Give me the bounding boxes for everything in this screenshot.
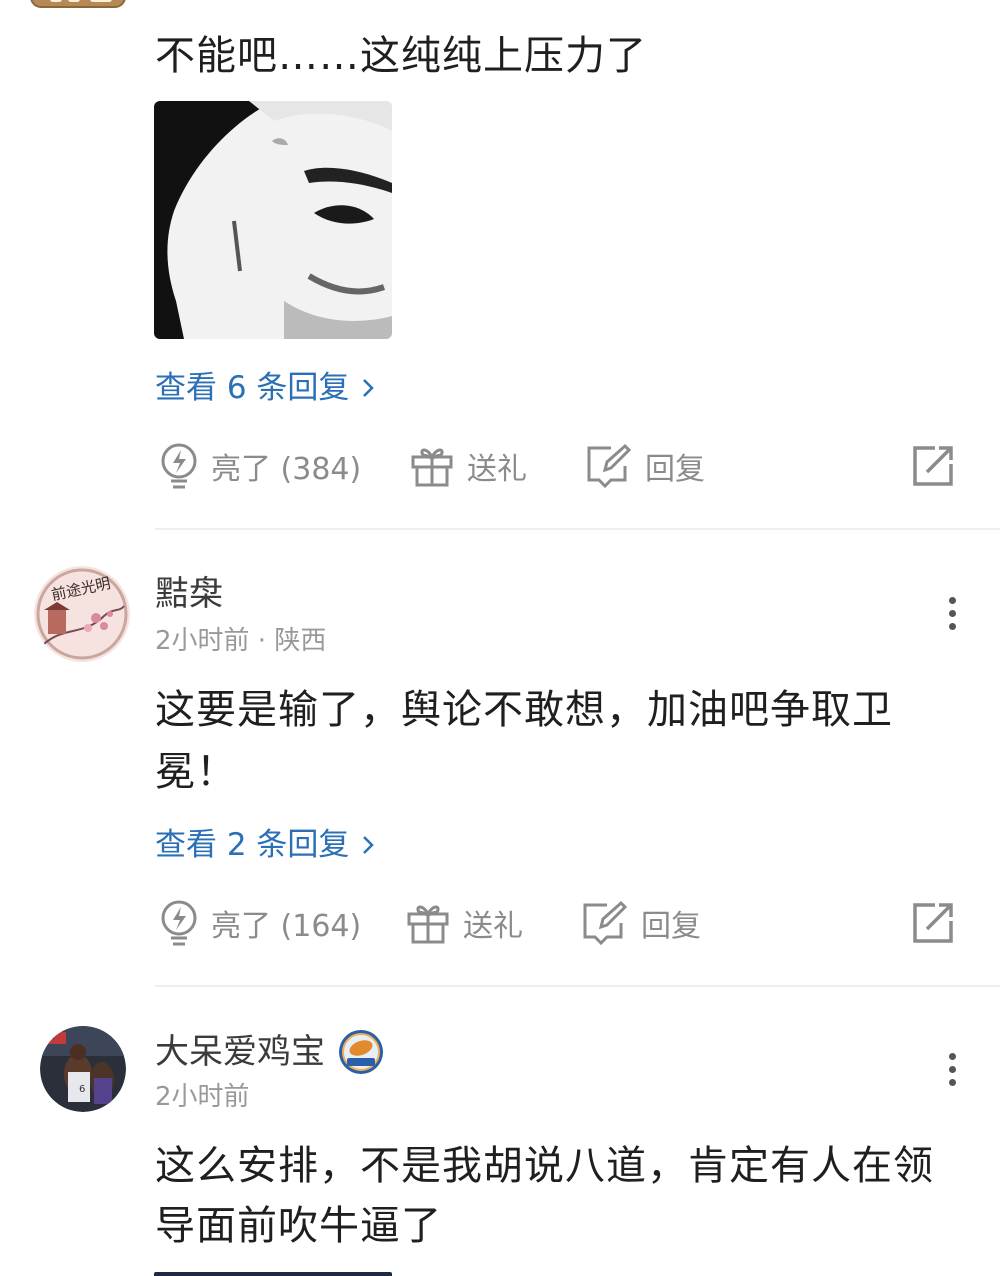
lightbulb-icon [161, 900, 197, 946]
comment-meta: 2小时前 · 陕西 [155, 626, 327, 656]
username[interactable]: 黠㭧 [155, 572, 223, 616]
share-icon [913, 903, 953, 943]
reply-label: 回复 [645, 452, 705, 487]
comment-meta: 2小时前 [155, 1082, 250, 1112]
svg-text:6: 6 [79, 1084, 85, 1095]
username[interactable]: 大呆爱鸡宝 [155, 1028, 385, 1076]
shocked-face-meme-icon [154, 101, 392, 339]
like-count: 亮了 (164) [211, 909, 362, 944]
view-replies-link[interactable]: 查看 6 条回复 [155, 368, 375, 408]
comment-actions: 亮了 (384) 送礼 回复 [155, 436, 955, 496]
comment-text-line1: 这么安排，不是我胡说八道，肯定有人在领 [155, 1143, 934, 1189]
view-replies-link[interactable]: 查看 2 条回复 [155, 825, 375, 865]
chevron-right-icon [363, 836, 375, 854]
view-replies-label: 查看 2 条回复 [155, 827, 350, 863]
avatar-image: 前途光明 [34, 566, 130, 662]
level-badge-icon [339, 1030, 383, 1074]
avatar[interactable]: 6 [40, 1026, 126, 1112]
gift-icon [411, 448, 453, 487]
gift-label: 送礼 [467, 452, 527, 487]
gift-button[interactable]: 送礼 [405, 893, 523, 953]
edit-reply-icon [587, 443, 632, 489]
share-button[interactable] [911, 436, 955, 496]
lightbulb-icon [161, 443, 197, 489]
reply-button[interactable]: 回复 [581, 893, 701, 953]
level-badge-partial [30, 0, 126, 8]
like-button[interactable]: 亮了 (384) [159, 436, 361, 496]
like-button[interactable]: 亮了 (164) [159, 893, 361, 953]
gift-label: 送礼 [463, 909, 523, 944]
share-icon [913, 446, 953, 486]
comment-text: 不能吧……这纯纯上压力了 [155, 33, 647, 79]
share-button[interactable] [911, 893, 955, 953]
meme-image[interactable] [154, 101, 392, 339]
chevron-right-icon [363, 379, 375, 397]
comment-text-line1: 这要是输了，舆论不敢想，加油吧争取卫 [155, 687, 893, 733]
avatar-image: 6 [40, 1026, 126, 1112]
more-vertical-icon[interactable] [940, 1048, 964, 1092]
gift-icon [407, 905, 449, 944]
avatar[interactable]: 前途光明 [34, 566, 130, 662]
divider [155, 985, 1000, 987]
comment-actions: 亮了 (164) 送礼 回复 [155, 893, 955, 953]
view-replies-label: 查看 6 条回复 [155, 370, 350, 406]
like-count: 亮了 (384) [211, 452, 362, 487]
username-label: 黠㭧 [155, 574, 223, 614]
edit-reply-icon [583, 900, 628, 946]
comment-text-line2: 导面前吹牛逼了 [155, 1203, 442, 1249]
divider [155, 528, 1000, 530]
comment-text-line2: 冕！ [155, 749, 237, 795]
gift-button[interactable]: 送礼 [409, 436, 527, 496]
image-preview-edge [154, 1272, 392, 1276]
username-label: 大呆爱鸡宝 [155, 1032, 325, 1072]
reply-button[interactable]: 回复 [585, 436, 705, 496]
reply-label: 回复 [641, 909, 701, 944]
more-vertical-icon[interactable] [940, 592, 964, 636]
